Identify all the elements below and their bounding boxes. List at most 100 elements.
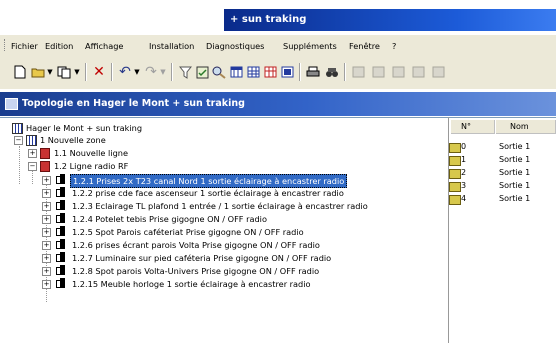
output-icon [449,195,461,205]
line-icon [40,148,50,159]
list-item[interactable]: 3 Sortie 1 [449,180,556,192]
zone-icon [26,135,37,146]
device-icon [56,187,66,198]
disabled-3-icon[interactable] [390,63,406,81]
list-item-name: Sortie 1 [499,194,531,203]
delete-icon[interactable]: ✕ [91,63,107,81]
menu-fenetre[interactable]: Fenêtre [349,41,380,51]
expand-icon[interactable]: + [42,176,51,185]
list-item[interactable]: 1 Sortie 1 [449,154,556,166]
tree-device-label: 1.2.7 Luminaire sur pied caféteria Prise… [72,253,332,263]
menu-bar: Fichier Edition Affichage Installation D… [0,35,556,55]
column-header-number[interactable]: N° [451,120,495,134]
list-item-number: 1 [461,155,467,164]
tree-line-label: 1.2 Ligne radio RF [54,161,129,171]
menu-edition[interactable]: Edition [45,41,73,51]
tree-device-label: 1.2.8 Spot parois Volta-Univers Prise gi… [72,266,320,276]
disabled-5-icon[interactable] [430,63,446,81]
dropdown-arrow-icon[interactable]: ▼ [46,63,54,81]
expand-icon[interactable]: + [42,202,51,211]
menu-fichier[interactable]: Fichier [11,41,38,51]
list-item-number: 0 [461,142,467,151]
tree-zone-label: 1 Nouvelle zone [40,135,106,145]
menu-installation[interactable]: Installation [149,41,194,51]
frame-icon[interactable] [279,63,295,81]
menu-supplements[interactable]: Suppléments [283,41,337,51]
channel-list[interactable]: N° Nom 0 Sortie 1 1 Sortie 1 2 Sortie 1 … [449,117,556,343]
tree-connector [32,170,33,184]
device-icon [56,252,66,263]
list-item-name: Sortie 1 [499,181,531,190]
topology-icon [5,98,18,110]
output-icon [449,156,461,166]
collapse-icon[interactable]: − [14,136,23,145]
toolbar-separator [171,63,173,81]
expand-icon[interactable]: + [28,149,37,158]
list-item-number: 2 [461,168,467,177]
column-header-name[interactable]: Nom [496,120,556,134]
undo-icon[interactable]: ↶ [117,63,133,81]
tree-device-label: 1.2.3 Eclairage TL plafond 1 entrée / 1 … [72,201,368,211]
menu-affichage[interactable]: Affichage [85,41,123,51]
device-icon [56,213,66,224]
tree-device-label: 1.2.5 Spot Parois caféteriat Prise gigog… [72,227,304,237]
dropdown-arrow-icon[interactable]: ▼ [159,63,167,81]
device-icon [56,174,66,185]
panel-title: Topologie en Hager le Mont + sun traking [22,98,245,109]
dropdown-arrow-icon[interactable]: ▼ [73,63,81,81]
grid-icon[interactable] [228,63,244,81]
device-icon [56,278,66,289]
view-icon[interactable] [194,63,210,81]
list-item-number: 4 [461,194,467,203]
menu-grip[interactable] [4,39,8,51]
menu-help[interactable]: ? [392,41,396,51]
collapse-icon[interactable]: − [28,162,37,171]
find-icon[interactable] [211,63,227,81]
list-item[interactable]: 0 Sortie 1 [449,141,556,153]
filter-icon[interactable] [177,63,193,81]
list-item-name: Sortie 1 [499,168,531,177]
tree-device-label: 1.2.15 Meuble horloge 1 sortie éclairage… [72,279,311,289]
list-item-number: 3 [461,181,467,190]
disabled-1-icon[interactable] [350,63,366,81]
binoculars-icon[interactable] [324,63,340,81]
list-item[interactable]: 4 Sortie 1 [449,193,556,205]
output-icon [449,182,461,192]
window-title: + sun traking [230,14,307,25]
topology-tree[interactable]: Hager le Mont + sun traking − 1 Nouvelle… [0,117,449,343]
device-icon [56,239,66,250]
tree-connector [19,146,20,184]
copy-icon[interactable] [56,63,72,81]
expand-icon[interactable]: + [42,280,51,289]
tree-device-label: 1.2.6 prises écrant parois Volta Prise g… [72,240,320,250]
dropdown-arrow-icon[interactable]: ▼ [133,63,141,81]
line-icon [40,161,50,172]
new-document-icon[interactable] [12,63,28,81]
print-icon[interactable] [305,63,321,81]
toolbar-separator [299,63,301,81]
toolbar: ▼ ▼ ✕ ↶ ▼ ↷ ▼ [0,55,556,89]
toolbar-separator [111,63,113,81]
red-table-icon[interactable] [262,63,278,81]
open-folder-icon[interactable] [30,63,46,81]
expand-icon[interactable]: + [42,267,51,276]
list-item[interactable]: 2 Sortie 1 [449,167,556,179]
disabled-4-icon[interactable] [410,63,426,81]
output-icon [449,169,461,179]
device-icon [56,265,66,276]
tree-root-label: Hager le Mont + sun traking [26,123,143,133]
expand-icon[interactable]: + [42,228,51,237]
expand-icon[interactable]: + [42,189,51,198]
expand-icon[interactable]: + [42,215,51,224]
list-item-name: Sortie 1 [499,155,531,164]
device-icon [56,200,66,211]
expand-icon[interactable]: + [42,254,51,263]
menu-diagnostiques[interactable]: Diagnostiques [206,41,264,51]
tree-line-label: 1.1 Nouvelle ligne [54,148,128,158]
panel-header: Topologie en Hager le Mont + sun traking [0,92,556,116]
table-icon[interactable] [245,63,261,81]
redo-icon[interactable]: ↷ [143,63,159,81]
expand-icon[interactable]: + [42,241,51,250]
window-title-bar[interactable]: + sun traking [224,9,556,31]
disabled-2-icon[interactable] [370,63,386,81]
